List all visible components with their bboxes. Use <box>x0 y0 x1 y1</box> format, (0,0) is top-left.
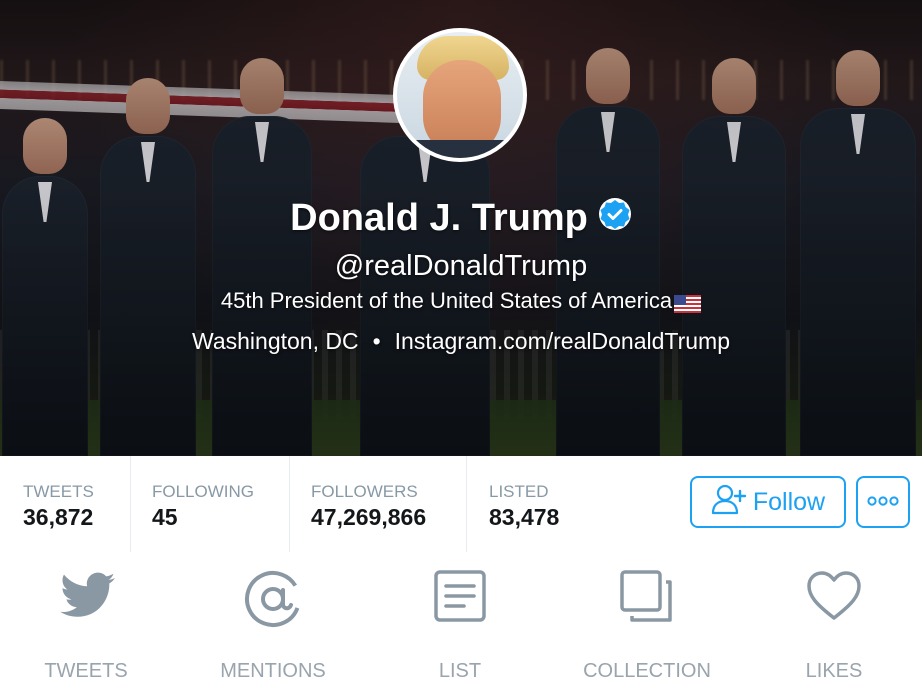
more-options-button[interactable] <box>856 476 910 528</box>
meta-separator: • <box>372 328 381 354</box>
tab-tweets[interactable]: TWEETS <box>0 570 176 682</box>
tab-mentions[interactable]: MENTIONS <box>183 570 363 682</box>
tab-likes[interactable]: LIKES <box>744 570 922 682</box>
tab-label: LIKES <box>805 660 863 682</box>
verified-badge-icon <box>598 197 632 231</box>
stat-listed[interactable]: LISTED 83,478 <box>489 456 609 552</box>
tab-label: LIST <box>438 660 482 682</box>
stat-divider <box>466 456 467 552</box>
profile-tab-bar: TWEETS MENTIONS LIST COLLECTION LIKES <box>0 552 922 688</box>
bird-icon <box>55 570 117 631</box>
profile-handle: @realDonaldTrump <box>334 250 588 282</box>
profile-website-link[interactable]: Instagram.com/realDonaldTrump <box>395 328 730 354</box>
stat-tweets[interactable]: TWEETS 36,872 <box>23 456 123 552</box>
profile-name-row: Donald J. Trump <box>0 196 922 240</box>
stat-value: 36,872 <box>23 504 94 530</box>
stat-divider <box>289 456 290 552</box>
stat-value: 45 <box>152 504 178 530</box>
at-sign-icon <box>244 570 302 633</box>
profile-avatar[interactable] <box>393 28 527 162</box>
profile-meta-row: Washington, DC • Instagram.com/realDonaldT… <box>0 326 922 356</box>
stat-label: FOLLOWING <box>152 482 255 501</box>
us-flag-icon <box>674 291 702 314</box>
stat-label: LISTED <box>489 482 549 501</box>
stat-divider <box>130 456 131 552</box>
stat-following[interactable]: FOLLOWING 45 <box>152 456 272 552</box>
heart-icon <box>806 570 862 627</box>
profile-bio-row: 45th President of the United States of A… <box>0 286 922 316</box>
tab-label: MENTIONS <box>220 660 326 682</box>
profile-location: Washington, DC <box>191 328 359 354</box>
collection-icon <box>620 570 674 629</box>
tab-list[interactable]: LIST <box>370 570 550 682</box>
tab-label: TWEETS <box>44 660 128 682</box>
list-icon <box>434 570 486 627</box>
tab-collection[interactable]: COLLECTION <box>557 570 737 682</box>
follow-button-label: Follow <box>752 487 826 516</box>
profile-name: Donald J. Trump <box>290 197 588 239</box>
profile-bio: 45th President of the United States of A… <box>220 288 673 313</box>
stat-value: 47,269,866 <box>311 504 427 530</box>
tab-label: COLLECTION <box>583 660 711 682</box>
follow-button[interactable]: Follow <box>690 476 846 528</box>
stat-followers[interactable]: FOLLOWERS 47,269,866 <box>311 456 451 552</box>
stat-label: FOLLOWERS <box>311 482 418 501</box>
stat-label: TWEETS <box>23 482 94 501</box>
ellipsis-icon <box>867 493 899 511</box>
stat-value: 83,478 <box>489 504 560 530</box>
add-user-icon <box>711 483 753 522</box>
